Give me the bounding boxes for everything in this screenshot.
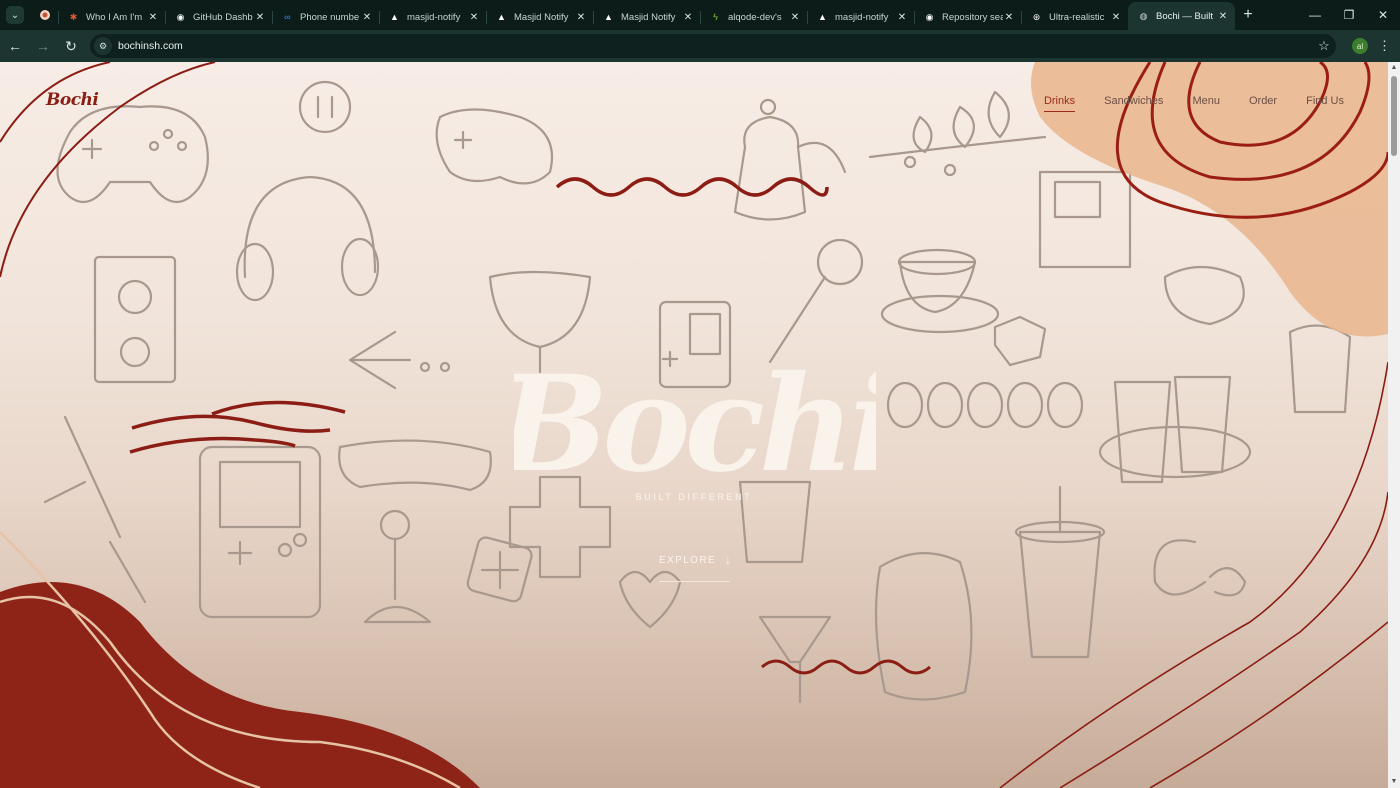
github-icon: ◉ [925, 11, 934, 22]
openai-icon: ⊛ [1032, 11, 1041, 22]
tab-label: Masjid Notify [621, 11, 676, 23]
url-text: bochinsh.com [118, 40, 183, 52]
close-window-icon[interactable]: ✕ [1366, 0, 1400, 30]
tab-close-icon[interactable]: ✕ [1217, 11, 1229, 22]
tab-label: masjid-notify [835, 11, 889, 23]
bolt-icon: ϟ [713, 12, 718, 22]
tab-close-icon[interactable]: ✕ [147, 12, 159, 23]
nav-link-find-us[interactable]: Find Us [1306, 95, 1344, 112]
page-viewport: Bochi Drinks Sandwiches Menu Order Find Us B… [0, 62, 1400, 788]
red-wave-blob [0, 582, 480, 788]
hero-tagline: BUILT DIFFERENT [635, 492, 753, 502]
browser-menu-icon[interactable]: ⋮ [1378, 38, 1391, 54]
tab-strip: ⌄ ✱ Who I Am I'm ✕ ◉ GitHub Dashb ✕ ∞ Phone num… [0, 0, 1400, 30]
tab-search-button[interactable]: ⌄ [6, 6, 24, 24]
browser-tab[interactable]: ▲ Masjid Notify ✕ [486, 4, 593, 30]
address-bar[interactable]: ⚙ bochinsh.com ☆ [90, 34, 1336, 58]
bookmark-star-icon[interactable]: ☆ [1312, 38, 1336, 54]
site-info-icon[interactable]: ⚙ [94, 37, 112, 55]
vercel-icon: ▲ [604, 12, 613, 22]
github-icon: ◉ [176, 11, 185, 22]
tab-label: alqode-dev's [728, 11, 782, 23]
tab-label: Ultra-realistic [1049, 11, 1105, 23]
arc-right-3 [1149, 621, 1388, 788]
squiggle-top [555, 177, 829, 197]
nav-link-sandwiches[interactable]: Sandwiches [1104, 95, 1163, 112]
vercel-icon: ▲ [818, 12, 827, 22]
tab-label: Masjid Notify [514, 11, 569, 23]
wave-line-3 [129, 436, 296, 454]
browser-tab[interactable]: ⊛ Ultra-realistic ✕ [1021, 4, 1128, 30]
wave-line-2 [131, 414, 331, 433]
scroll-down-icon[interactable]: ▼ [1390, 778, 1398, 786]
restore-icon[interactable]: ❐ [1332, 0, 1366, 30]
arc-right-1 [999, 361, 1388, 788]
squiggle-bottom [761, 659, 931, 675]
browser-tab[interactable]: ∞ Phone numbe ✕ [272, 4, 379, 30]
tab-close-icon[interactable]: ✕ [1003, 12, 1015, 23]
tab-label: Phone numbe [300, 11, 360, 23]
browser-toolbar: ← → ↻ ⚙ bochinsh.com ☆ al ⋮ [0, 30, 1400, 62]
tab-close-icon[interactable]: ✕ [896, 12, 908, 23]
site-navigation: Drinks Sandwiches Menu Order Find Us [1043, 95, 1344, 112]
hero-title: Bochi [514, 358, 876, 490]
arc-right-2 [1059, 491, 1388, 788]
tab-close-icon[interactable]: ✕ [682, 12, 694, 23]
nav-link-menu[interactable]: Menu [1192, 95, 1220, 112]
tab-close-icon[interactable]: ✕ [575, 12, 587, 23]
vercel-icon: ▲ [390, 12, 399, 22]
nav-link-drinks[interactable]: Drinks [1043, 95, 1076, 112]
browser-tab[interactable]: ◉ GitHub Dashb ✕ [165, 4, 272, 30]
explore-button[interactable]: EXPLORE ↓ [659, 553, 733, 582]
asterisk-icon: ✱ [69, 11, 78, 22]
browser-tab[interactable]: ▲ Masjid Notify ✕ [593, 4, 700, 30]
reload-button[interactable]: ↻ [58, 33, 84, 59]
tab-close-icon[interactable]: ✕ [361, 12, 373, 23]
page-scrollbar[interactable]: ▲ ▼ [1388, 62, 1400, 788]
browser-tab[interactable]: ◉ Repository sea ✕ [914, 4, 1021, 30]
browser-tab[interactable]: ϟ alqode-dev's ✕ [700, 4, 807, 30]
profile-avatar[interactable]: al [1352, 38, 1368, 54]
explore-label: EXPLORE [659, 555, 717, 566]
tab-close-icon[interactable]: ✕ [254, 12, 266, 23]
back-button[interactable]: ← [2, 33, 28, 59]
browser-tab[interactable]: ◍ Bochi — Built ✕ [1128, 2, 1235, 30]
globe-icon: ◍ [1139, 10, 1148, 21]
scrollbar-thumb[interactable] [1391, 76, 1397, 156]
new-tab-button[interactable]: + [1235, 2, 1261, 28]
nav-link-order[interactable]: Order [1249, 95, 1277, 112]
site-logo[interactable]: Bochi [46, 90, 99, 110]
pinned-tab[interactable] [32, 2, 58, 28]
tab-label: Who I Am I'm [86, 11, 143, 23]
browser-tab[interactable]: ✱ Who I Am I'm ✕ [58, 4, 165, 30]
forward-button[interactable]: → [30, 33, 56, 59]
arrow-down-icon: ↓ [725, 553, 733, 567]
tab-close-icon[interactable]: ✕ [789, 12, 801, 23]
minimize-icon[interactable]: — [1298, 0, 1332, 30]
tab-label: GitHub Dashb [193, 11, 253, 23]
svg-text:Bochi: Bochi [514, 358, 876, 490]
browser-tab[interactable]: ▲ masjid-notify ✕ [807, 4, 914, 30]
tab-label: Bochi — Built [1156, 10, 1214, 22]
vercel-icon: ▲ [497, 12, 506, 22]
tab-label: Repository sea [942, 11, 1003, 23]
tab-close-icon[interactable]: ✕ [468, 12, 480, 23]
tab-close-icon[interactable]: ✕ [1110, 12, 1122, 23]
wave-line-1 [211, 400, 346, 416]
pinned-site-icon [40, 10, 50, 20]
tab-label: masjid-notify [407, 11, 461, 23]
meta-icon: ∞ [284, 12, 291, 22]
browser-tab[interactable]: ▲ masjid-notify ✕ [379, 4, 486, 30]
scroll-up-icon[interactable]: ▲ [1390, 64, 1398, 72]
arc-left-2 [0, 62, 216, 278]
